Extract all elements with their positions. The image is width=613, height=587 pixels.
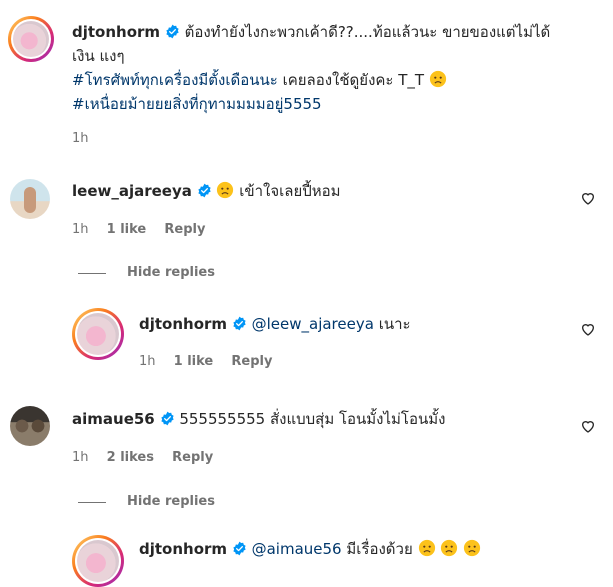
comment-avatar-leew[interactable] (10, 179, 50, 219)
like-heart-icon[interactable] (580, 321, 596, 337)
caption-avatar[interactable] (8, 16, 54, 62)
sad-face-emoji-icon (429, 70, 446, 88)
caption-hashtag-2[interactable]: #เหนื่อยม้ายยยสิ่งที่กุทามมมมอยู่5555 (72, 92, 592, 116)
reply-1-body: djtonhorm @leew_ajareeya เนาะ (139, 313, 411, 335)
hide-replies-button[interactable]: Hide replies (127, 494, 215, 509)
reply-1-time: 1h (139, 354, 156, 369)
sad-face-emoji-icon (441, 539, 458, 557)
sad-face-emoji-icon (217, 181, 234, 199)
caption-hashtag-1[interactable]: #โทรศัพท์ทุกเครื่องมีตั้งเดือนนะ (72, 71, 278, 89)
sad-face-emoji-icon (418, 539, 435, 557)
caption-body: djtonhorm ต้องทำยังไงกะพวกเค้าดี??....ท้… (72, 20, 592, 116)
caption-line-2: เงิน แงๆ (72, 47, 125, 65)
caption-username[interactable]: djtonhorm (72, 23, 160, 41)
comment-1-text: เข้าใจเลยปี้หอม (239, 182, 341, 200)
reply-2-username[interactable]: djtonhorm (139, 540, 227, 558)
comment-2-reply-button[interactable]: Reply (172, 450, 213, 465)
reply-2-mention[interactable]: @aimaue56 (252, 540, 342, 558)
like-heart-icon[interactable] (580, 190, 596, 206)
like-heart-icon[interactable] (580, 418, 596, 434)
reply-1-mention[interactable]: @leew_ajareeya (252, 315, 374, 333)
comment-avatar-aimaue56[interactable] (10, 406, 50, 446)
divider-line (78, 502, 106, 503)
divider-line (78, 273, 106, 274)
verified-badge-icon (166, 24, 179, 39)
comment-1-username[interactable]: leew_ajareeya (72, 182, 192, 200)
reply-avatar-djtonhorm[interactable] (72, 308, 124, 360)
caption-time: 1h (72, 131, 89, 146)
reply-avatar-djtonhorm[interactable] (72, 535, 124, 587)
comment-1-reply-button[interactable]: Reply (164, 222, 205, 237)
comment-2-time: 1h (72, 450, 89, 465)
reply-1-reply-button[interactable]: Reply (231, 354, 272, 369)
comment-1-time: 1h (72, 222, 89, 237)
comment-2-body: aimaue56 555555555 สั่งแบบสุ่ม โอนมั้งไม… (72, 408, 445, 430)
caption-line-1: ต้องทำยังไงกะพวกเค้าดี??....ท้อแล้วนะ ขา… (184, 23, 551, 41)
verified-badge-icon (198, 183, 211, 198)
comment-1-likes[interactable]: 1 like (107, 222, 147, 237)
comment-1-body: leew_ajareeya เข้าใจเลยปี้หอม (72, 180, 341, 202)
comment-2-meta: 1h 2 likes Reply (72, 450, 213, 465)
avatar-image (77, 313, 119, 355)
comment-2-text: 555555555 สั่งแบบสุ่ม โอนมั้งไม่โอนมั้ง (179, 410, 446, 428)
verified-badge-icon (233, 316, 246, 331)
comment-2-likes[interactable]: 2 likes (107, 450, 154, 465)
hide-replies-button[interactable]: Hide replies (127, 265, 215, 280)
sad-face-emoji-icon (463, 539, 481, 557)
reply-2-body: djtonhorm @aimaue56 มีเรื่องด้วย (139, 538, 481, 560)
comment-1-meta: 1h 1 like Reply (72, 222, 205, 237)
reply-1-text: เนาะ (378, 315, 411, 333)
comment-2-username[interactable]: aimaue56 (72, 410, 155, 428)
reply-1-meta: 1h 1 like Reply (139, 354, 272, 369)
reply-1-username[interactable]: djtonhorm (139, 315, 227, 333)
verified-badge-icon (160, 411, 174, 426)
reply-2-text: มีเรื่องด้วย (346, 540, 413, 558)
reply-1-likes[interactable]: 1 like (174, 354, 214, 369)
verified-badge-icon (233, 541, 246, 556)
avatar-image (77, 540, 119, 582)
avatar-image (13, 21, 49, 57)
caption-line-3-text: เคยลองใช้ดูยังคะ T_T (282, 71, 425, 89)
